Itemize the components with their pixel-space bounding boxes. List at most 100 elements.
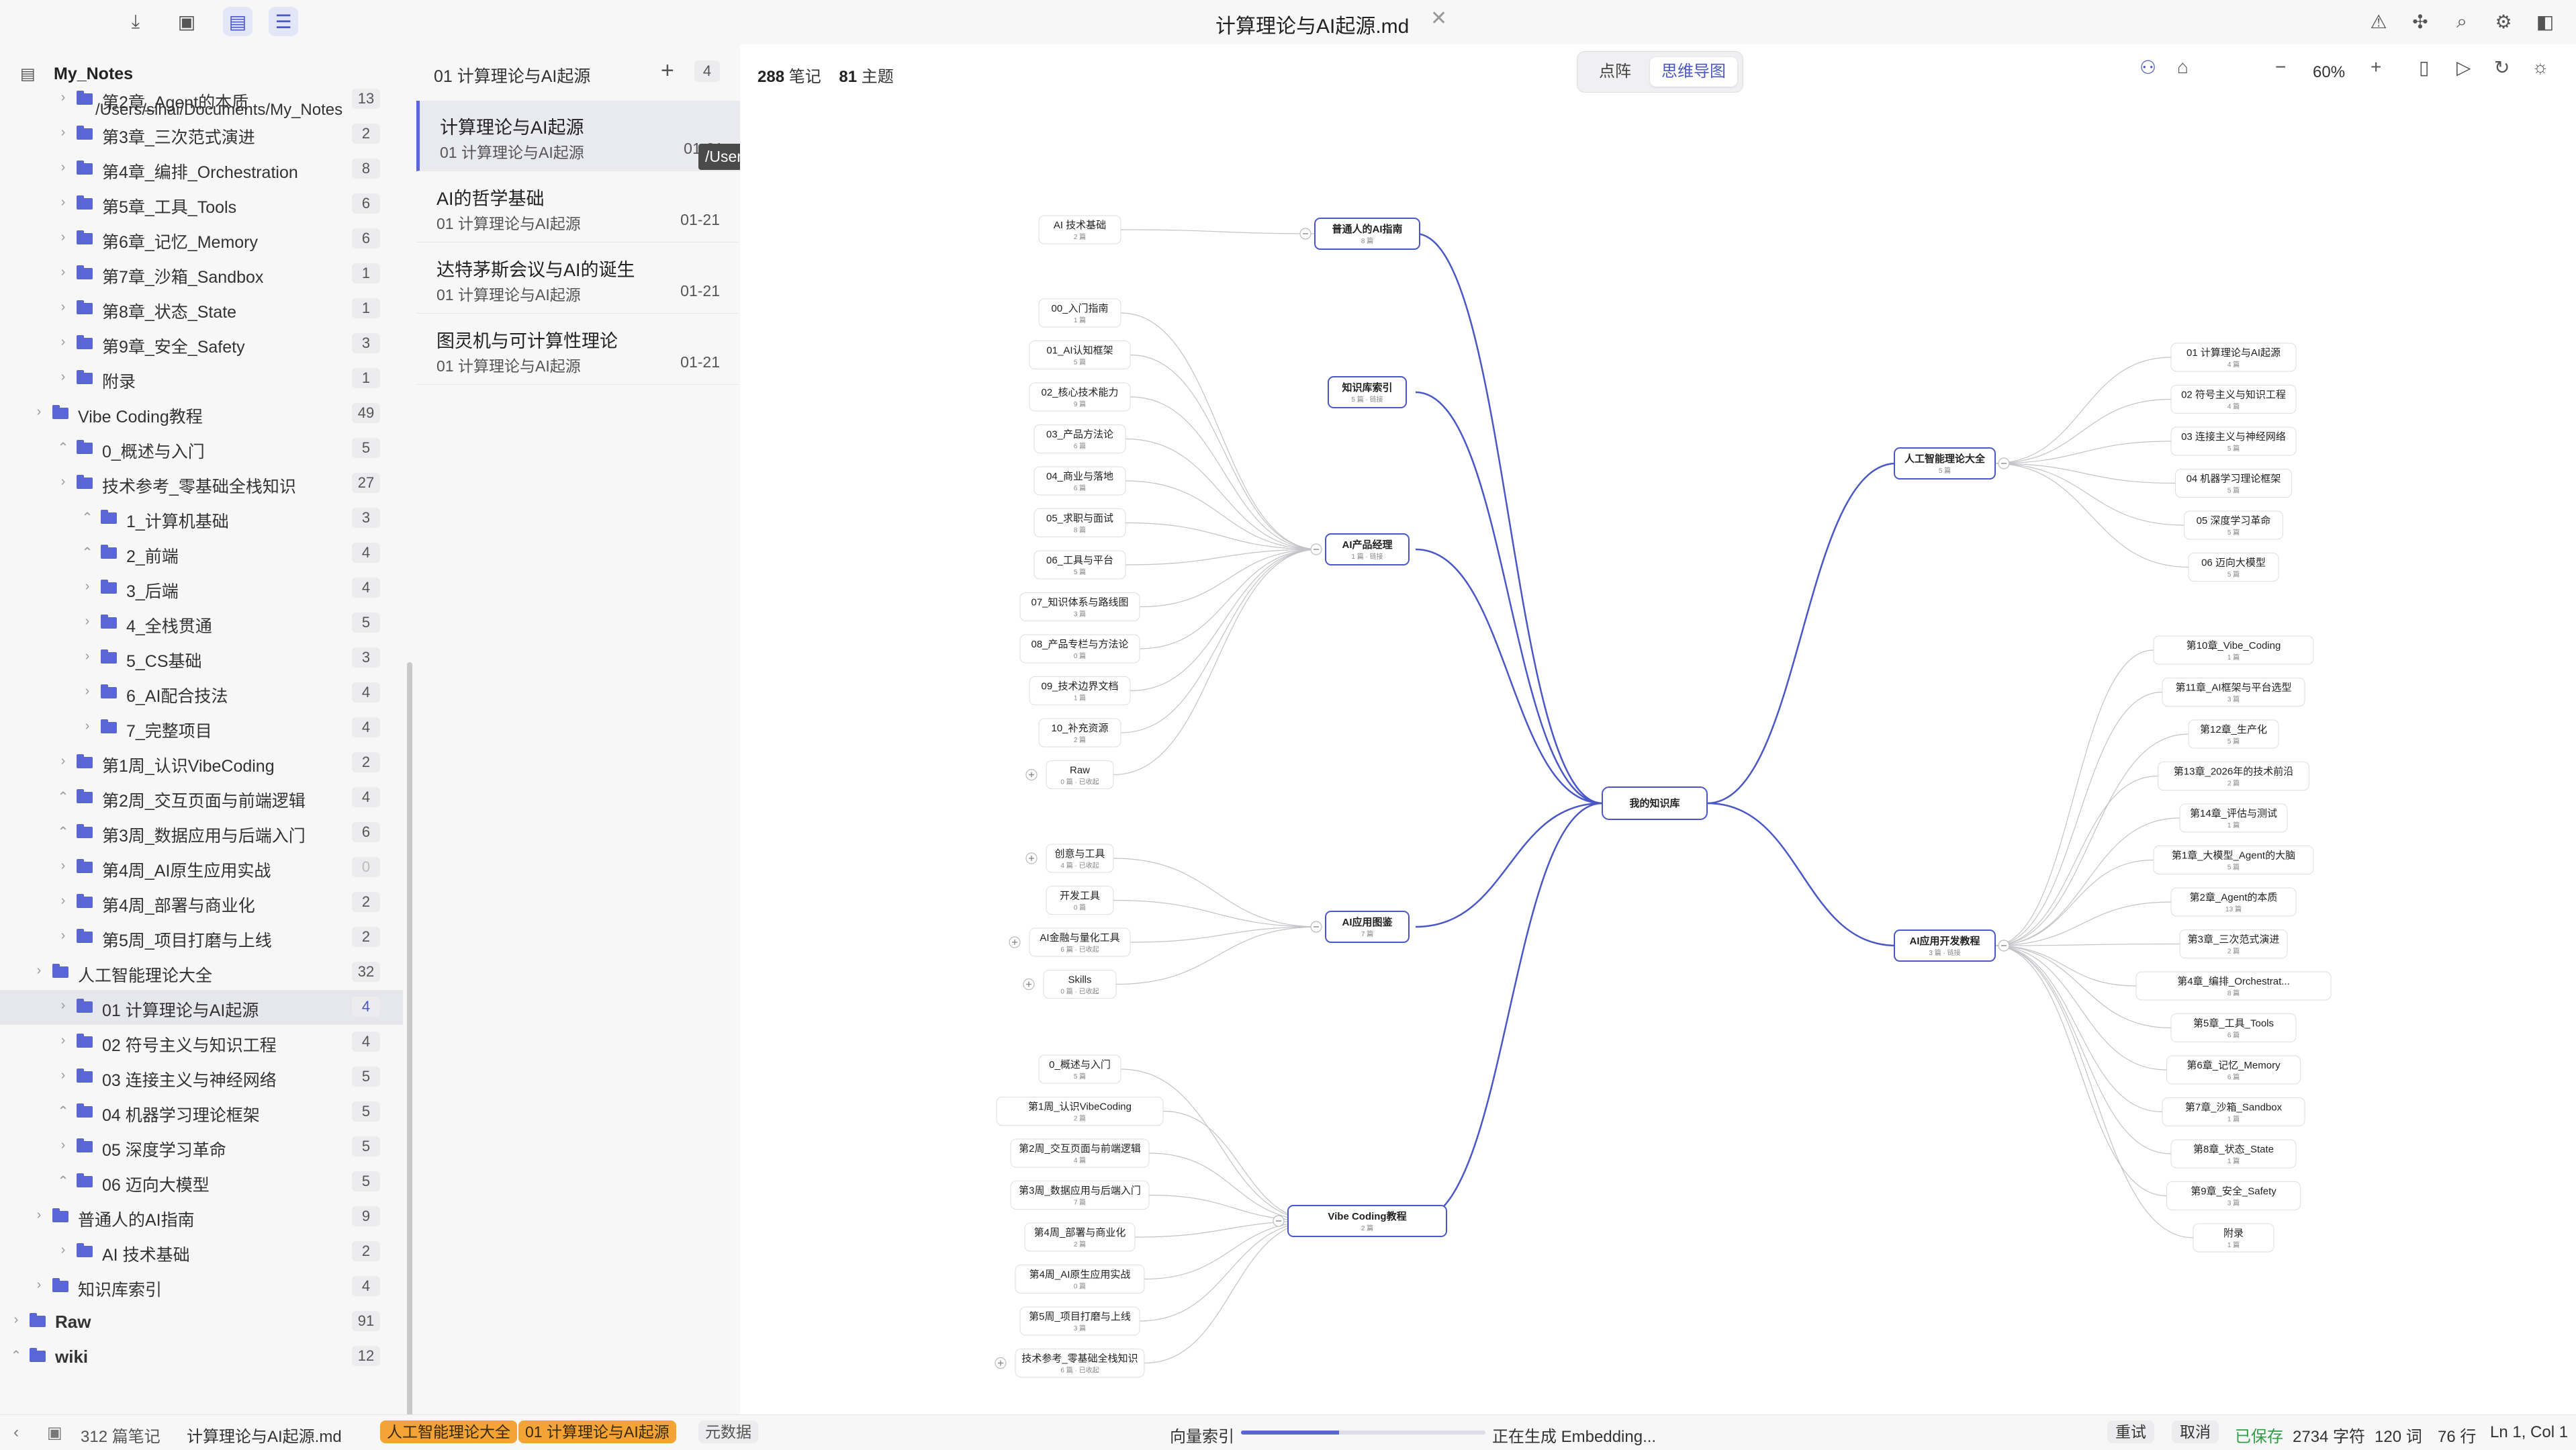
mindmap-leaf-node[interactable]: 第4章_编排_Orchestrat... 8 篇 xyxy=(2135,971,2332,1001)
note-list-item[interactable]: 计算理论与AI起源01 计算理论与AI起源01-21 xyxy=(416,101,743,171)
mindmap-canvas[interactable]: AI 技术基础2 篇普通人的AI指南8 篇知识库索引5 篇 · 链接00_入门指… xyxy=(740,98,2576,1414)
note-list-item[interactable]: 达特茅斯会议与AI的诞生 01 计算理论与AI起源 01-21 xyxy=(416,243,740,314)
mindmap-leaf-node[interactable]: AI 技术基础2 篇 xyxy=(1038,215,1121,244)
mindmap-branch-node[interactable]: AI应用开发教程3 篇 · 链接 xyxy=(1894,930,1996,962)
play-icon[interactable]: ▷ xyxy=(2456,56,2471,79)
sidebar-item[interactable]: › 第6章_记忆_Memory 6 xyxy=(0,222,403,257)
expand-icon[interactable] xyxy=(1023,978,1035,991)
mindmap-leaf-node[interactable]: 第2章_Agent的本质 13 篇 xyxy=(2170,887,2297,917)
alert-icon[interactable]: ⚠ xyxy=(2364,7,2393,36)
refresh-icon[interactable]: ↻ xyxy=(2494,56,2510,79)
mindmap-leaf-node[interactable]: 第4周_部署与商业化 2 篇 xyxy=(1024,1222,1136,1252)
mindmap-branch-node[interactable]: 人工智能理论大全5 篇 xyxy=(1894,447,1996,480)
sidebar-item[interactable]: › 第4周_部署与商业化 2 xyxy=(0,885,403,920)
mindmap-leaf-node[interactable]: 03 连接主义与神经网络5 篇 xyxy=(2170,426,2297,456)
zoom-out-icon[interactable]: − xyxy=(2275,56,2286,78)
mindmap-leaf-node[interactable]: 09_技术边界文档 1 篇 xyxy=(1029,676,1131,705)
sidebar-item[interactable]: › 第3章_三次范式演进 2 xyxy=(0,117,403,152)
chevron-right-icon[interactable]: › xyxy=(81,649,94,664)
collapse-icon[interactable] xyxy=(1998,457,2010,469)
chevron-right-icon[interactable]: › xyxy=(56,369,70,385)
expand-icon[interactable] xyxy=(1025,768,1038,781)
sidebar-item[interactable]: ⌃ 1_计算机基础 3 xyxy=(0,501,403,536)
mindmap-leaf-node[interactable]: 第1周_认识VibeCoding2 篇 xyxy=(996,1097,1164,1126)
collapse-icon[interactable] xyxy=(1310,921,1322,933)
mindmap-leaf-node[interactable]: 第6章_记忆_Memory 6 篇 xyxy=(2166,1055,2301,1085)
document-icon[interactable]: ▯ xyxy=(2419,56,2429,79)
mindmap-leaf-node[interactable]: 第8章_状态_State 1 篇 xyxy=(2170,1139,2297,1169)
expand-icon[interactable] xyxy=(995,1357,1007,1369)
mindmap-leaf-node[interactable]: Skills0 篇 · 已收起 xyxy=(1043,970,1117,999)
mindmap-leaf-node[interactable]: 05_求职与面试8 篇 xyxy=(1033,508,1126,537)
mindmap-leaf-node[interactable]: 04_商业与落地 6 篇 xyxy=(1033,466,1126,496)
sidebar-item[interactable]: › AI 技术基础 2 xyxy=(0,1234,403,1269)
chevron-right-icon[interactable]: › xyxy=(56,998,70,1013)
mindmap-leaf-node[interactable]: 第9章_安全_Safety 3 篇 xyxy=(2166,1181,2301,1210)
chevron-right-icon[interactable]: › xyxy=(56,1033,70,1048)
sidebar-item[interactable]: ⌃ 06 迈向大模型 5 xyxy=(0,1165,403,1199)
mindmap-leaf-node[interactable]: 01 计算理论与AI起源4 篇 xyxy=(2170,343,2297,372)
sidebar-scrollbar[interactable] xyxy=(407,662,412,1414)
mindmap-leaf-node[interactable]: Raw 0 篇 · 已收起 xyxy=(1046,760,1114,789)
tab-dot-matrix[interactable]: 点阵 xyxy=(1583,57,1647,87)
mindmap-leaf-node[interactable]: 07_知识体系与路线图 3 篇 xyxy=(1019,592,1140,621)
sidebar-item[interactable]: › 第5周_项目打磨与上线 2 xyxy=(0,920,403,955)
chevron-right-icon[interactable]: › xyxy=(32,1208,46,1223)
mindmap-root-node[interactable]: 我的知识库 xyxy=(1602,786,1708,820)
graph-icon[interactable]: ✣ xyxy=(2405,7,2435,36)
search-icon[interactable]: ⌕ xyxy=(2447,7,2477,36)
chevron-right-icon[interactable]: › xyxy=(56,160,70,175)
mindmap-leaf-node[interactable]: 第5周_项目打磨与上线 3 篇 xyxy=(1019,1306,1140,1336)
tag-chip[interactable]: 01 计算理论与AI起源 xyxy=(518,1420,676,1443)
mindmap-leaf-node[interactable]: 第4周_AI原生应用实战0 篇 xyxy=(1015,1265,1145,1294)
sidebar-item[interactable]: › 第5章_工具_Tools 6 xyxy=(0,187,403,222)
chevron-up-icon[interactable]: ⌃ xyxy=(9,1347,23,1364)
chevron-right-icon[interactable]: › xyxy=(9,1312,23,1328)
new-folder-icon[interactable]: ▣ xyxy=(172,7,201,36)
mindmap-leaf-node[interactable]: 01_AI认知框架5 篇 xyxy=(1029,341,1131,369)
mindmap-leaf-node[interactable]: 第12章_生产化 5 篇 xyxy=(2188,719,2279,749)
sidebar-item[interactable]: › 第2章_Agent的本质 13 xyxy=(0,82,403,117)
list-view-icon[interactable]: ☰ xyxy=(269,7,298,36)
sidebar-item[interactable]: › 03 连接主义与神经网络 5 xyxy=(0,1060,403,1095)
mindmap-leaf-node[interactable]: 开发工具0 篇 xyxy=(1046,886,1114,915)
chevron-up-icon[interactable]: ⌃ xyxy=(81,509,94,526)
collapse-icon[interactable] xyxy=(1299,228,1312,240)
chevron-right-icon[interactable]: › xyxy=(81,579,94,594)
chevron-right-icon[interactable]: › xyxy=(32,963,46,979)
chevron-right-icon[interactable]: › xyxy=(56,893,70,909)
tag-chip[interactable]: 人工智能理论大全 xyxy=(380,1420,517,1443)
sidebar-item[interactable]: › 第1周_认识VibeCoding 2 xyxy=(0,745,403,780)
sidebar-item[interactable]: › Raw 91 xyxy=(0,1304,403,1339)
sidebar-item[interactable]: › Vibe Coding教程 49 xyxy=(0,396,403,431)
chevron-right-icon[interactable]: › xyxy=(56,230,70,245)
chevron-right-icon[interactable]: › xyxy=(81,684,94,699)
mindmap-leaf-node[interactable]: 08_产品专栏与方法论0 篇 xyxy=(1019,634,1140,664)
sidebar-item[interactable]: › 附录 1 xyxy=(0,361,403,396)
collapse-icon[interactable] xyxy=(1273,1215,1285,1227)
mindmap-leaf-node[interactable]: 第11章_AI框架与平台选型3 篇 xyxy=(2162,678,2305,707)
chevron-up-icon[interactable]: ⌃ xyxy=(56,1103,70,1120)
chevron-right-icon[interactable]: › xyxy=(56,125,70,140)
sidebar-item[interactable]: › 第7章_沙箱_Sandbox 1 xyxy=(0,257,403,291)
chevron-right-icon[interactable]: › xyxy=(56,1138,70,1153)
chevron-right-icon[interactable]: › xyxy=(56,195,70,210)
tab-mindmap[interactable]: 思维导图 xyxy=(1650,57,1737,87)
sidebar-item[interactable]: › 技术参考_零基础全栈知识 27 xyxy=(0,466,403,501)
zoom-in-icon[interactable]: + xyxy=(2371,56,2381,78)
sidebar-item[interactable]: › 02 符号主义与知识工程 4 xyxy=(0,1025,403,1060)
note-list-item[interactable]: AI的哲学基础 01 计算理论与AI起源 01-21 xyxy=(416,172,740,242)
mindmap-branch-node[interactable]: AI产品经理1 篇 · 链接 xyxy=(1325,533,1410,565)
mindmap-leaf-node[interactable]: AI金融与量化工具6 篇 · 已收起 xyxy=(1029,927,1131,957)
chevron-right-icon[interactable]: › xyxy=(56,858,70,874)
cancel-button[interactable]: 取消 xyxy=(2172,1420,2219,1443)
chevron-up-icon[interactable]: ⌃ xyxy=(81,544,94,561)
mindmap-leaf-node[interactable]: 第3周_数据应用与后端入门7 篇 xyxy=(1010,1181,1150,1210)
mindmap-leaf-node[interactable]: 技术参考_零基础全栈知识6 篇 · 已收起 xyxy=(1015,1349,1145,1377)
chevron-right-icon[interactable]: › xyxy=(32,404,46,420)
sidebar-item[interactable]: › 人工智能理论大全 32 xyxy=(0,955,403,990)
sidebar-item[interactable]: › 3_后端 4 xyxy=(0,571,403,606)
mindmap-leaf-node[interactable]: 06 迈向大模型5 篇 xyxy=(2188,553,2279,582)
retry-button[interactable]: 重试 xyxy=(2107,1420,2154,1443)
sidebar-item[interactable]: › 普通人的AI指南 9 xyxy=(0,1199,403,1234)
